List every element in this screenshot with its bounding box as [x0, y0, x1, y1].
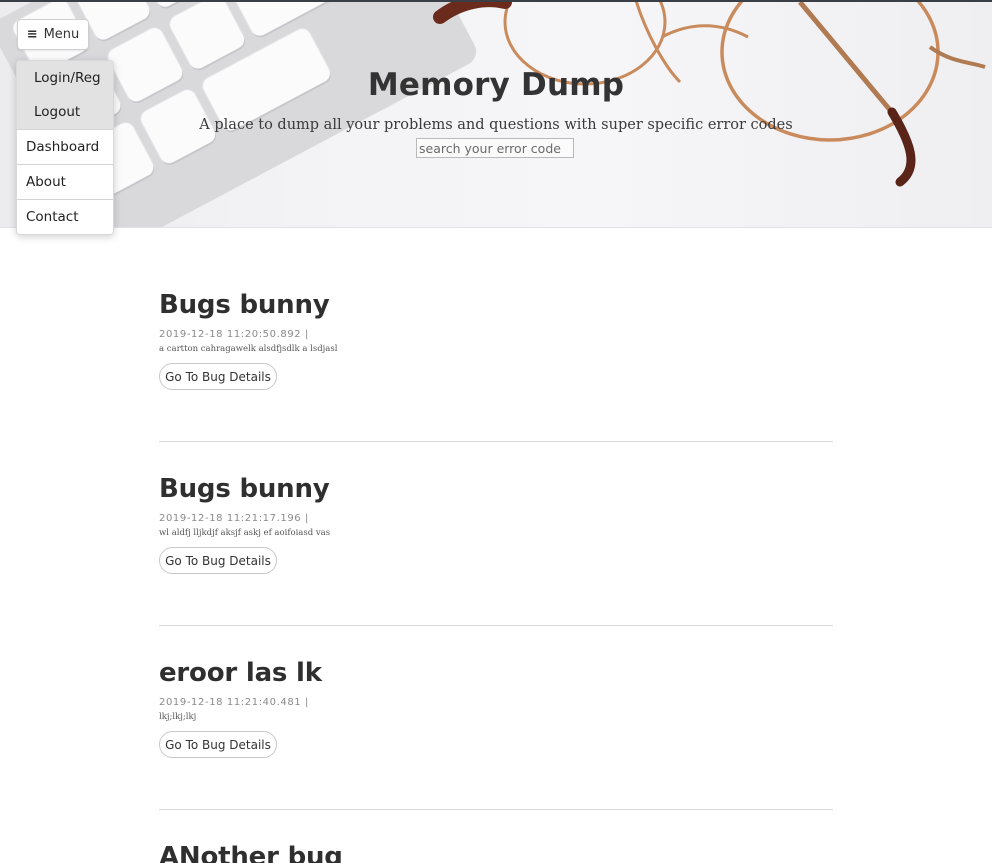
bug-description: wl aldfj lljkdjf aksjf askj ef aoifoiasd…: [159, 528, 331, 538]
bug-title: ANother bug: [159, 842, 343, 863]
eyeglasses-image: [433, 2, 986, 187]
bug-details-button[interactable]: Go To Bug Details: [159, 731, 277, 758]
menu-item-logout[interactable]: Logout: [17, 95, 113, 129]
bug-description: lkj;lkj;lkj: [159, 712, 197, 722]
bug-title: Bugs bunny: [159, 474, 330, 504]
menu-dropdown: Login/Reg Logout Dashboard About Contact: [16, 60, 114, 235]
bug-timestamp: 2019-12-18 11:21:17.196 |: [159, 513, 310, 524]
page: Memory Dump A place to dump all your pro…: [0, 0, 992, 863]
search-input[interactable]: [416, 138, 574, 158]
menu-item-dashboard[interactable]: Dashboard: [17, 129, 113, 164]
post-divider: [159, 441, 833, 442]
bug-description: a cartton cahragawelk alsdfjsdlk a lsdja…: [159, 344, 338, 354]
site-subtitle: A place to dump all your problems and qu…: [199, 117, 793, 133]
menu-item-contact[interactable]: Contact: [17, 199, 113, 234]
menu-item-login-reg[interactable]: Login/Reg: [17, 61, 113, 95]
hamburger-icon: ≡: [26, 27, 38, 42]
bug-title: Bugs bunny: [159, 290, 330, 320]
bug-details-button[interactable]: Go To Bug Details: [159, 363, 277, 390]
site-title: Memory Dump: [367, 67, 625, 103]
bug-timestamp: 2019-12-18 11:21:40.481 |: [159, 697, 310, 708]
bug-title: eroor las lk: [159, 658, 322, 688]
menu-button[interactable]: ≡ Menu: [17, 19, 89, 50]
hero-banner: Memory Dump A place to dump all your pro…: [0, 0, 992, 228]
menu-item-about[interactable]: About: [17, 164, 113, 199]
post-divider: [159, 809, 833, 810]
bug-details-button[interactable]: Go To Bug Details: [159, 547, 277, 574]
menu-button-label: Menu: [43, 27, 80, 42]
bug-timestamp: 2019-12-18 11:20:50.892 |: [159, 329, 310, 340]
post-divider: [159, 625, 833, 626]
